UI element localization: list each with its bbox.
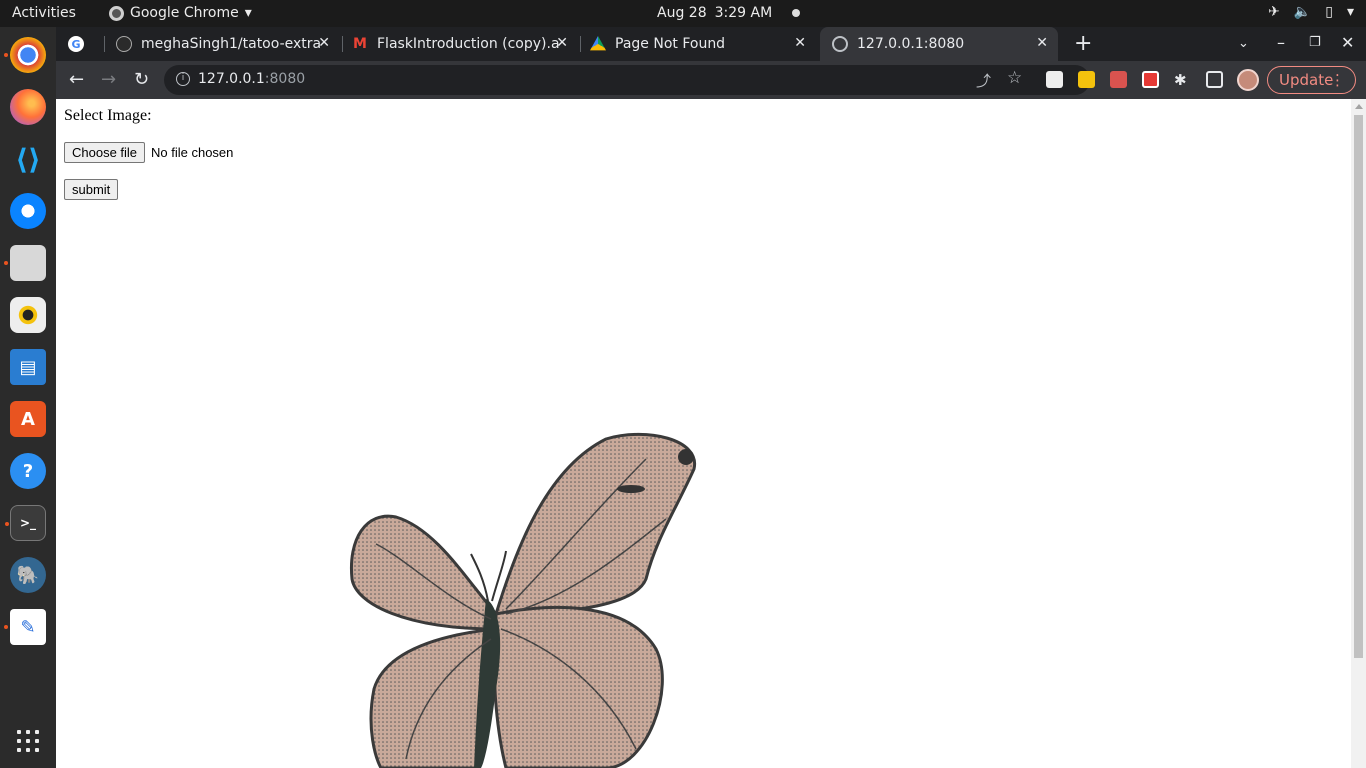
google-drive-icon xyxy=(590,36,606,51)
google-icon: G xyxy=(68,36,84,52)
airplane-icon: ✈ xyxy=(1268,4,1280,20)
tab-title: FlaskIntroduction (copy).a xyxy=(377,36,560,52)
volume-icon: 🔈 xyxy=(1293,4,1312,20)
submit-button[interactable]: submit xyxy=(64,179,119,200)
extension-notes-icon[interactable] xyxy=(1078,71,1095,88)
site-info-icon[interactable]: i xyxy=(176,72,190,86)
system-tray[interactable]: ✈ 🔈 ▯ ▾ xyxy=(1268,4,1354,20)
tab-localhost[interactable]: 127.0.0.1:8080 ✕ xyxy=(820,27,1058,61)
file-status-text: No file chosen xyxy=(151,145,234,160)
show-apps-icon[interactable] xyxy=(17,730,39,752)
page-viewport: Select Image: Choose file No file chosen… xyxy=(56,99,1351,768)
close-tab-icon[interactable]: ✕ xyxy=(1036,35,1048,51)
thunderbird-icon[interactable] xyxy=(10,193,46,229)
minimize-icon[interactable]: – xyxy=(1277,33,1285,52)
update-label: Update xyxy=(1279,71,1334,89)
menu-kebab-icon[interactable]: ⋮ xyxy=(1330,67,1345,93)
bookmark-star-icon[interactable]: ☆ xyxy=(1007,68,1022,88)
extension-icon[interactable] xyxy=(1110,71,1127,88)
back-icon[interactable]: ← xyxy=(69,69,84,90)
firefox-icon[interactable] xyxy=(10,89,46,125)
help-icon[interactable]: ? xyxy=(10,453,46,489)
address-bar[interactable]: i 127.0.0.1:8080 ⤴ ☆ xyxy=(164,65,1090,95)
tab-title: 127.0.0.1:8080 xyxy=(857,36,965,52)
app-menu[interactable]: Google Chrome ▾ xyxy=(109,5,252,21)
close-tab-icon[interactable]: ✕ xyxy=(318,35,330,51)
vertical-scrollbar[interactable] xyxy=(1351,99,1366,768)
tab-title: Page Not Found xyxy=(615,36,726,52)
extensions-puzzle-icon[interactable]: ✱ xyxy=(1174,71,1191,89)
rhythmbox-icon[interactable] xyxy=(10,297,46,333)
tab-search-icon[interactable]: ⌄ xyxy=(1238,36,1249,51)
globe-icon xyxy=(832,36,848,52)
clock-date: Aug 28 xyxy=(657,5,707,21)
url-host: 127.0.0.1 xyxy=(198,71,265,87)
butterfly-tattoo-image xyxy=(349,432,696,768)
chrome-icon[interactable] xyxy=(4,37,46,73)
text-editor-icon[interactable]: ✎ xyxy=(4,609,46,645)
files-icon[interactable] xyxy=(4,245,46,281)
close-tab-icon[interactable]: ✕ xyxy=(556,35,568,51)
profile-avatar[interactable] xyxy=(1237,69,1259,91)
dock: ⟨⟩ ▤ A ? >_ 🐘 ✎ xyxy=(0,27,56,768)
notification-dot xyxy=(792,9,801,17)
software-center-icon[interactable]: A xyxy=(10,401,46,437)
chrome-app-icon xyxy=(109,5,124,21)
scrollbar-thumb[interactable] xyxy=(1354,115,1363,658)
close-tab-icon[interactable]: ✕ xyxy=(794,35,806,51)
caret-down-icon: ▾ xyxy=(244,5,252,21)
tab-gmail[interactable]: M FlaskIntroduction (copy).a ✕ xyxy=(352,27,578,61)
github-icon xyxy=(116,36,132,52)
update-button[interactable]: Update ⋮ xyxy=(1267,66,1356,94)
activities-button[interactable]: Activities xyxy=(12,5,76,21)
postgresql-icon[interactable]: 🐘 xyxy=(10,557,46,593)
writer-icon[interactable]: ▤ xyxy=(10,349,46,385)
tab-page-not-found[interactable]: Page Not Found ✕ xyxy=(590,27,816,61)
reload-icon[interactable]: ↻ xyxy=(134,69,149,90)
extension-icon[interactable] xyxy=(1046,71,1063,88)
battery-icon: ▯ xyxy=(1325,4,1333,20)
close-window-icon[interactable]: ✕ xyxy=(1341,33,1354,52)
system-top-bar: Activities Google Chrome ▾ Aug 28 3:29 A… xyxy=(0,0,1366,27)
restore-icon[interactable]: ❐ xyxy=(1309,35,1321,50)
clock-time: 3:29 AM xyxy=(714,5,773,21)
extension-t-icon[interactable] xyxy=(1142,71,1159,88)
side-panel-icon[interactable] xyxy=(1206,71,1223,88)
scroll-up-arrow-icon[interactable] xyxy=(1355,104,1363,109)
browser-toolbar: ← → ↻ i 127.0.0.1:8080 ⤴ ☆ ✱ Update ⋮ xyxy=(56,61,1366,99)
gmail-icon: M xyxy=(353,36,367,52)
caret-down-icon: ▾ xyxy=(1346,4,1354,20)
tab-strip: G meghaSingh1/tatoo-extra ✕ M FlaskIntro… xyxy=(56,27,1366,61)
app-menu-label: Google Chrome xyxy=(130,5,239,21)
tab-title: meghaSingh1/tatoo-extra xyxy=(141,36,322,52)
new-tab-button[interactable]: + xyxy=(1074,31,1092,56)
url-text[interactable]: 127.0.0.1:8080 xyxy=(198,71,305,87)
choose-file-button[interactable]: Choose file xyxy=(64,142,146,163)
terminal-icon[interactable]: >_ xyxy=(5,505,46,541)
tab-github[interactable]: meghaSingh1/tatoo-extra ✕ xyxy=(114,27,340,61)
vscode-icon[interactable]: ⟨⟩ xyxy=(10,141,46,177)
share-icon[interactable]: ⤴ xyxy=(976,70,991,91)
clock[interactable]: Aug 28 3:29 AM xyxy=(657,5,801,21)
url-port: :8080 xyxy=(264,71,306,87)
forward-icon[interactable]: → xyxy=(101,69,116,90)
select-image-label: Select Image: xyxy=(64,107,152,124)
